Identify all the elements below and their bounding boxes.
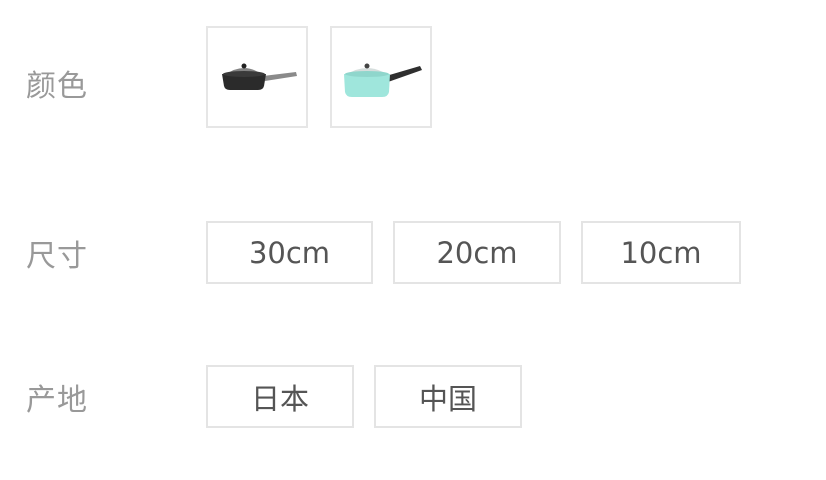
size-label: 尺寸 <box>26 239 88 274</box>
origin-option-china[interactable]: 中国 <box>374 365 522 428</box>
color-option-mint-pan[interactable] <box>330 26 432 128</box>
mint-saucepan-icon <box>344 63 422 97</box>
size-option-30cm[interactable]: 30cm <box>206 221 373 284</box>
color-option-black-pan[interactable] <box>206 26 308 128</box>
size-option-20cm[interactable]: 20cm <box>393 221 561 284</box>
color-label: 颜色 <box>26 69 88 104</box>
origin-label: 产地 <box>26 383 88 418</box>
black-frying-pan-icon <box>222 63 297 90</box>
size-option-10cm[interactable]: 10cm <box>581 221 741 284</box>
origin-option-japan[interactable]: 日本 <box>206 365 354 428</box>
